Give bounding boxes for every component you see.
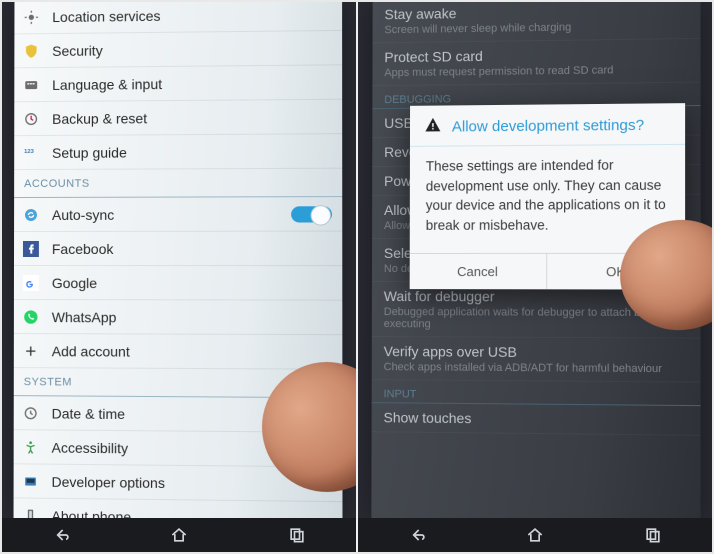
accounts-header: ACCOUNTS [14,169,342,198]
nav-home-icon[interactable] [167,523,191,547]
dialog-title: Allow development settings? [452,116,644,135]
settings-item-label: Facebook [52,240,114,256]
settings-item-label: Developer options [52,473,165,490]
add-icon [22,342,40,360]
settings-item-google[interactable]: Google [14,266,342,301]
autosync-icon [22,205,40,223]
whatsapp-icon [22,308,40,326]
dev-row-sub: Screen will never sleep while charging [384,20,688,37]
settings-item-whatsapp[interactable]: WhatsApp [14,300,342,335]
android-navbar [2,518,356,552]
settings-item-security[interactable]: Security [14,31,342,68]
nav-back-icon[interactable] [405,523,429,547]
dev-row-title: Protect SD card [384,45,688,65]
dev-row-stayawake[interactable]: Stay awake Screen will never sleep while… [373,2,701,43]
settings-item-label: Setup guide [52,144,127,160]
right-screenshot: Stay awake Screen will never sleep while… [358,2,712,552]
datetime-icon [22,404,40,422]
dev-row[interactable]: Show touches [372,403,701,436]
setup-icon: 123 [22,143,40,161]
developer-icon [22,472,40,490]
settings-item-label: Auto-sync [52,206,114,222]
android-navbar [358,518,712,552]
backup-icon [22,110,40,128]
google-icon [22,274,40,292]
language-icon [22,76,40,94]
settings-item-label: Backup & reset [52,110,147,127]
settings-item-facebook[interactable]: Facebook [14,232,342,267]
warning-icon [424,116,442,138]
svg-text:123: 123 [24,148,34,154]
nav-back-icon[interactable] [49,523,73,547]
settings-item-location[interactable]: Location services [14,2,342,34]
settings-item-label: Add account [52,343,130,359]
location-icon [22,8,40,26]
input-header: INPUT [372,380,701,406]
nav-recent-icon[interactable] [641,523,665,547]
settings-item-label: WhatsApp [52,309,117,325]
facebook-icon [22,239,40,257]
settings-item-add-account[interactable]: Add account [14,334,343,370]
settings-item-label: Google [52,275,97,291]
settings-item-label: Location services [52,7,160,24]
settings-item-backup[interactable]: Backup & reset [14,100,342,136]
dev-row[interactable]: Verify apps over USB Check apps installe… [372,337,701,383]
security-icon [22,42,40,60]
dev-row-protectsd[interactable]: Protect SD card Apps must request permis… [372,39,700,86]
dialog-cancel-button[interactable]: Cancel [410,254,546,289]
dialog-title-row: Allow development settings? [410,103,685,147]
settings-item-autosync[interactable]: Auto-sync [14,197,342,232]
settings-item-label: Date & time [52,405,125,422]
dev-row-sub: Apps must request permission to read SD … [384,63,688,79]
settings-item-label: Security [52,42,103,58]
settings-item-language[interactable]: Language & input [14,65,342,102]
left-screenshot: Location services Security Language & in… [2,2,356,552]
accessibility-icon [22,438,40,456]
settings-item-label: Accessibility [52,439,129,456]
settings-item-label: Language & input [52,75,162,92]
nav-recent-icon[interactable] [285,523,309,547]
autosync-toggle[interactable] [291,206,332,222]
nav-home-icon[interactable] [523,523,547,547]
settings-item-setup[interactable]: 123 Setup guide [14,134,342,170]
dev-row-title: Stay awake [384,2,688,22]
